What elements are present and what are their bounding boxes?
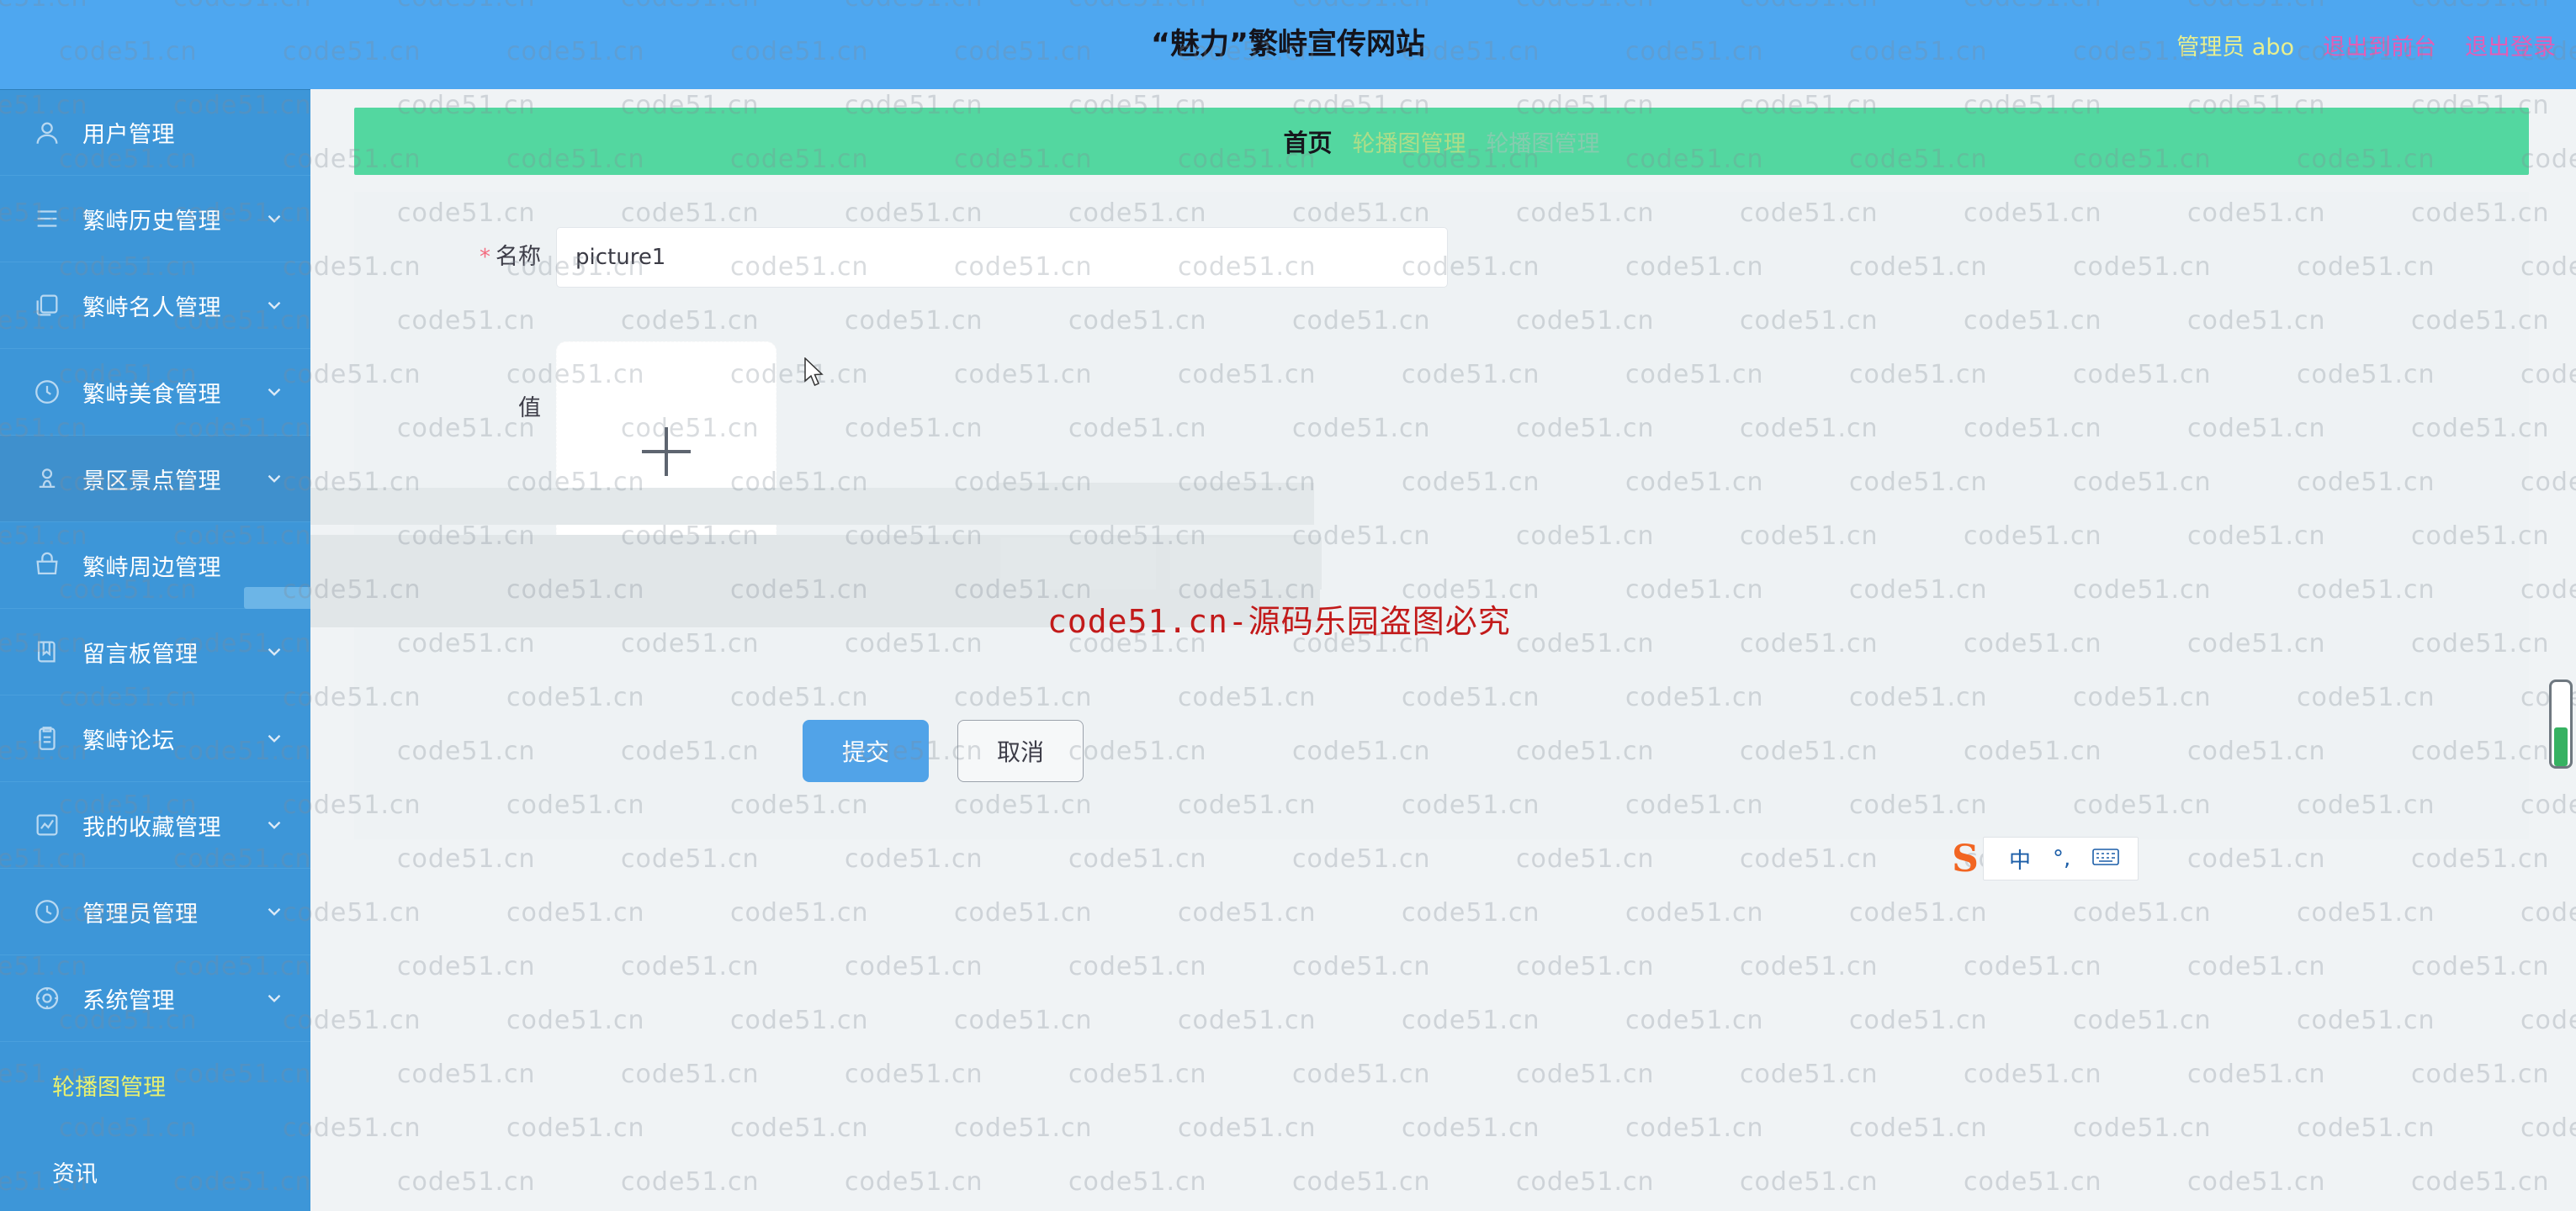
sidebar-item-system-management[interactable]: 系统管理	[0, 955, 310, 1042]
clipboard-icon	[30, 722, 64, 755]
sidebar-item-favorites-management[interactable]: 我的收藏管理	[0, 782, 310, 869]
keyboard-icon[interactable]	[2092, 846, 2120, 872]
clock-icon	[30, 375, 64, 409]
name-label-text: 名称	[496, 244, 541, 270]
ime-panel: 中 °,	[1983, 837, 2139, 880]
required-star: *	[480, 245, 490, 270]
sidebar-item-label: 繁峙美食管理	[82, 381, 221, 408]
ime-punctuation-toggle[interactable]: °,	[2053, 846, 2070, 871]
logout-link[interactable]: 退出登录	[2465, 29, 2556, 61]
mouse-cursor	[803, 357, 825, 389]
sidebar-item-label: 用户管理	[82, 122, 175, 148]
main-content: 首页 轮播图管理 轮播图管理 *名称 值 点击上传	[0, 89, 2576, 1211]
sidebar-item-label: 繁峙周边管理	[82, 554, 221, 581]
exit-to-front-link[interactable]: 退出到前台	[2323, 29, 2436, 61]
skeleton-block	[1170, 537, 1322, 590]
chevron-down-icon	[263, 727, 285, 749]
sidebar-item-label: 繁峙历史管理	[82, 208, 221, 235]
sogou-logo-icon: S	[1952, 837, 1979, 880]
sidebar-item-label: 繁峙论坛	[82, 727, 175, 754]
sidebar-item-label: 留言板管理	[82, 641, 199, 668]
shop-icon	[30, 548, 64, 582]
chevron-down-icon	[263, 814, 285, 836]
user-icon	[30, 116, 64, 150]
name-label: * 名称	[421, 227, 556, 288]
breadcrumb-bar: 首页 轮播图管理 轮播图管理	[354, 108, 2529, 175]
sidebar-item-label: 我的收藏管理	[82, 814, 221, 841]
skeleton-block	[999, 483, 1314, 525]
sidebar-item-scenic-management[interactable]: 景区景点管理	[0, 436, 310, 522]
chevron-down-icon	[263, 294, 285, 316]
chevron-down-icon	[263, 987, 285, 1009]
form-actions: 提交 取消	[803, 720, 1084, 782]
sidebar-item-food-management[interactable]: 繁峙美食管理	[0, 349, 310, 436]
list-icon	[30, 202, 64, 235]
chevron-down-icon	[263, 468, 285, 489]
admin-name: 管理员 abo	[2176, 34, 2294, 61]
scrollbar-thumb[interactable]	[2554, 727, 2568, 766]
sidebar-subitem-carousel-management[interactable]: 轮播图管理	[0, 1042, 310, 1129]
breadcrumb-home[interactable]: 首页	[1283, 124, 1332, 159]
sidebar-decor-strip	[244, 587, 310, 609]
submit-button[interactable]: 提交	[803, 720, 929, 782]
form-row-name: * 名称	[421, 227, 1448, 288]
vertical-scrollbar[interactable]	[2549, 680, 2573, 769]
sidebar-item-messageboard-management[interactable]: 留言板管理	[0, 609, 310, 695]
breadcrumb-current-shadow: 轮播图管理	[1486, 130, 1600, 157]
plus-icon	[642, 427, 691, 476]
ime-toolbar[interactable]: S 中 °,	[1941, 835, 2139, 882]
chevron-down-icon	[263, 901, 285, 923]
sidebar-subitem-label: 资讯	[52, 1161, 98, 1187]
app-header: “魅力”繁峙宣传网站 管理员 abo 退出到前台 退出登录	[0, 0, 2576, 89]
value-label: 值	[518, 395, 541, 421]
chart-icon	[30, 808, 64, 842]
sidebar-subitem-news[interactable]: 资讯	[0, 1129, 310, 1211]
sidebar-item-label: 管理员管理	[82, 901, 199, 928]
sidebar-item-label: 繁峙名人管理	[82, 294, 221, 321]
copy-icon	[30, 288, 64, 322]
gear-icon	[30, 981, 64, 1015]
header-user-area: 管理员 abo 退出到前台 退出登录	[2176, 0, 2561, 89]
chevron-down-icon	[263, 641, 285, 663]
ime-language-toggle[interactable]: 中	[2009, 843, 2031, 875]
pin-icon	[30, 462, 64, 495]
sidebar-item-history-management[interactable]: 繁峙历史管理	[0, 176, 310, 262]
chevron-down-icon	[263, 381, 285, 403]
name-input[interactable]	[556, 227, 1448, 288]
sidebar-item-admin-management[interactable]: 管理员管理	[0, 869, 310, 955]
sidebar-item-user-management[interactable]: 用户管理	[0, 89, 310, 176]
sidebar-item-label: 系统管理	[82, 987, 175, 1014]
cancel-button[interactable]: 取消	[957, 720, 1084, 782]
red-watermark: code51.cn-源码乐园盗图必究	[1047, 603, 1511, 640]
sidebar-item-forum[interactable]: 繁峙论坛	[0, 695, 310, 782]
clock-icon	[30, 895, 64, 928]
upload-dropzone[interactable]	[556, 341, 777, 562]
skeleton-block	[1000, 537, 1156, 590]
breadcrumb-current: 轮播图管理	[1352, 130, 1466, 157]
sidebar-subitem-label: 轮播图管理	[52, 1075, 166, 1101]
chevron-down-icon	[263, 208, 285, 230]
sidebar[interactable]: 用户管理 繁峙历史管理 繁峙名人管理 繁峙美食管理 景区景点管理 繁峙周边管理 …	[0, 89, 310, 1211]
book-icon	[30, 635, 64, 669]
sidebar-item-label: 景区景点管理	[82, 468, 221, 494]
sidebar-item-celebrity-management[interactable]: 繁峙名人管理	[0, 262, 310, 349]
